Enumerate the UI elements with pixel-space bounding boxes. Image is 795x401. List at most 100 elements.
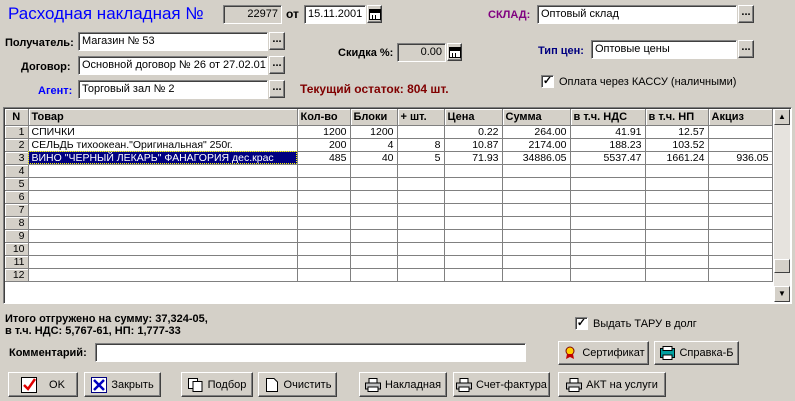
recipient-field[interactable]: Магазин № 53 [78, 32, 268, 51]
table-cell[interactable] [444, 177, 503, 191]
table-cell[interactable] [397, 190, 445, 204]
table-cell[interactable] [28, 177, 298, 191]
column-header[interactable]: + шт. [397, 109, 445, 126]
table-cell[interactable] [708, 190, 773, 204]
table-cell[interactable]: 8 [397, 138, 445, 152]
table-cell[interactable]: 485 [297, 151, 351, 165]
table-cell[interactable] [444, 203, 503, 217]
table-cell[interactable]: 103.52 [645, 138, 709, 152]
warehouse-select-button[interactable]: ... [738, 5, 754, 23]
table-row[interactable]: 2 СЕЛЬДЬ тихоокеан."Оригинальная" 250г. 20… [5, 138, 773, 152]
table-cell[interactable] [397, 216, 445, 230]
table-cell[interactable] [570, 203, 646, 217]
table-cell[interactable] [28, 255, 298, 269]
table-cell[interactable] [444, 268, 503, 282]
warehouse-field[interactable]: Оптовый склад [537, 5, 737, 24]
table-cell[interactable] [28, 164, 298, 178]
discount-calc-button[interactable] [447, 43, 462, 61]
table-cell[interactable]: 71.93 [444, 151, 503, 165]
table-cell[interactable] [570, 255, 646, 269]
table-cell[interactable]: СЕЛЬДЬ тихоокеан."Оригинальная" 250г. [28, 138, 298, 152]
column-header[interactable]: N [5, 109, 29, 126]
invoice-print-button[interactable]: Счет-фактура [453, 372, 550, 397]
table-cell[interactable] [444, 229, 503, 243]
table-row[interactable]: 10 [5, 242, 773, 256]
clear-button[interactable]: Очистить [258, 372, 337, 397]
table-cell[interactable] [645, 242, 709, 256]
table-cell[interactable] [350, 203, 398, 217]
waybill-print-button[interactable]: Накладная [359, 372, 447, 397]
table-cell[interactable] [708, 242, 773, 256]
agent-select-button[interactable]: ... [269, 80, 285, 98]
discount-field[interactable]: 0.00 [397, 43, 446, 62]
table-cell[interactable] [502, 229, 571, 243]
table-row[interactable]: 7 [5, 203, 773, 217]
return-tare-checkbox[interactable]: ✓ Выдать ТАРУ в долг [575, 317, 697, 330]
table-cell[interactable] [502, 203, 571, 217]
table-cell[interactable] [28, 242, 298, 256]
table-row[interactable]: 6 [5, 190, 773, 204]
table-cell[interactable] [708, 255, 773, 269]
column-header[interactable]: Сумма [502, 109, 571, 126]
column-header[interactable]: в т.ч. НП [645, 109, 709, 126]
table-cell[interactable]: 5537.47 [570, 151, 646, 165]
comment-input[interactable] [95, 343, 526, 362]
table-cell[interactable] [502, 164, 571, 178]
table-cell[interactable] [297, 229, 351, 243]
services-act-print-button[interactable]: АКТ на услуги [558, 372, 666, 397]
table-cell[interactable] [502, 190, 571, 204]
table-cell[interactable] [444, 190, 503, 204]
table-cell[interactable] [444, 216, 503, 230]
table-cell[interactable]: 40 [350, 151, 398, 165]
table-cell[interactable] [645, 164, 709, 178]
price-type-select-button[interactable]: ... [738, 40, 754, 58]
table-cell[interactable]: 5 [397, 151, 445, 165]
table-cell[interactable] [645, 190, 709, 204]
items-table[interactable]: N Товар Кол-во Блоки + шт. Цена Сумма в т.ч. НД… [3, 107, 792, 304]
table-cell[interactable] [28, 203, 298, 217]
close-button[interactable]: Закрыть [84, 372, 161, 397]
table-cell[interactable] [708, 138, 773, 152]
table-cell[interactable] [397, 164, 445, 178]
table-cell[interactable]: 188.23 [570, 138, 646, 152]
table-cell[interactable] [297, 164, 351, 178]
table-row[interactable]: 3 ВИНО "ЧЕРНЫЙ ЛЕКАРЬ" ФАНАГОРИЯ дес.крас… [5, 151, 773, 165]
column-header[interactable]: Акциз [708, 109, 773, 126]
agent-field[interactable]: Торговый зал № 2 [78, 80, 268, 99]
ok-button[interactable]: OK [8, 372, 78, 397]
table-row[interactable]: 5 [5, 177, 773, 191]
table-cell[interactable] [502, 216, 571, 230]
table-cell[interactable] [570, 164, 646, 178]
table-cell[interactable] [297, 177, 351, 191]
table-cell[interactable]: ВИНО "ЧЕРНЫЙ ЛЕКАРЬ" ФАНАГОРИЯ дес.крас [28, 151, 298, 165]
contract-field[interactable]: Основной договор № 26 от 27.02.01 [78, 56, 268, 75]
table-row[interactable]: 11 [5, 255, 773, 269]
table-cell[interactable] [297, 242, 351, 256]
table-cell[interactable] [397, 229, 445, 243]
table-cell[interactable]: 41.91 [570, 125, 646, 139]
table-cell[interactable] [502, 177, 571, 191]
column-header[interactable]: Товар [28, 109, 298, 126]
table-cell[interactable] [28, 268, 298, 282]
table-cell[interactable] [350, 177, 398, 191]
table-cell[interactable]: 1661.24 [645, 151, 709, 165]
table-cell[interactable] [708, 268, 773, 282]
table-cell[interactable] [645, 216, 709, 230]
certificate-button[interactable]: Сертификат [558, 341, 649, 365]
table-cell[interactable] [502, 255, 571, 269]
table-cell[interactable]: 264.00 [502, 125, 571, 139]
table-cell[interactable]: 1200 [350, 125, 398, 139]
reference-b-button[interactable]: Справка-Б [654, 341, 739, 365]
table-cell[interactable] [350, 268, 398, 282]
scroll-up-icon[interactable]: ▲ [774, 109, 790, 125]
table-cell[interactable]: 200 [297, 138, 351, 152]
table-cell[interactable] [350, 229, 398, 243]
table-cell[interactable] [708, 203, 773, 217]
table-cell[interactable] [502, 268, 571, 282]
table-cell[interactable]: 936.05 [708, 151, 773, 165]
table-cell[interactable] [444, 255, 503, 269]
table-cell[interactable] [297, 190, 351, 204]
table-cell[interactable]: 12.57 [645, 125, 709, 139]
table-cell[interactable] [397, 268, 445, 282]
date-field[interactable]: 15.11.2001 [304, 5, 366, 24]
